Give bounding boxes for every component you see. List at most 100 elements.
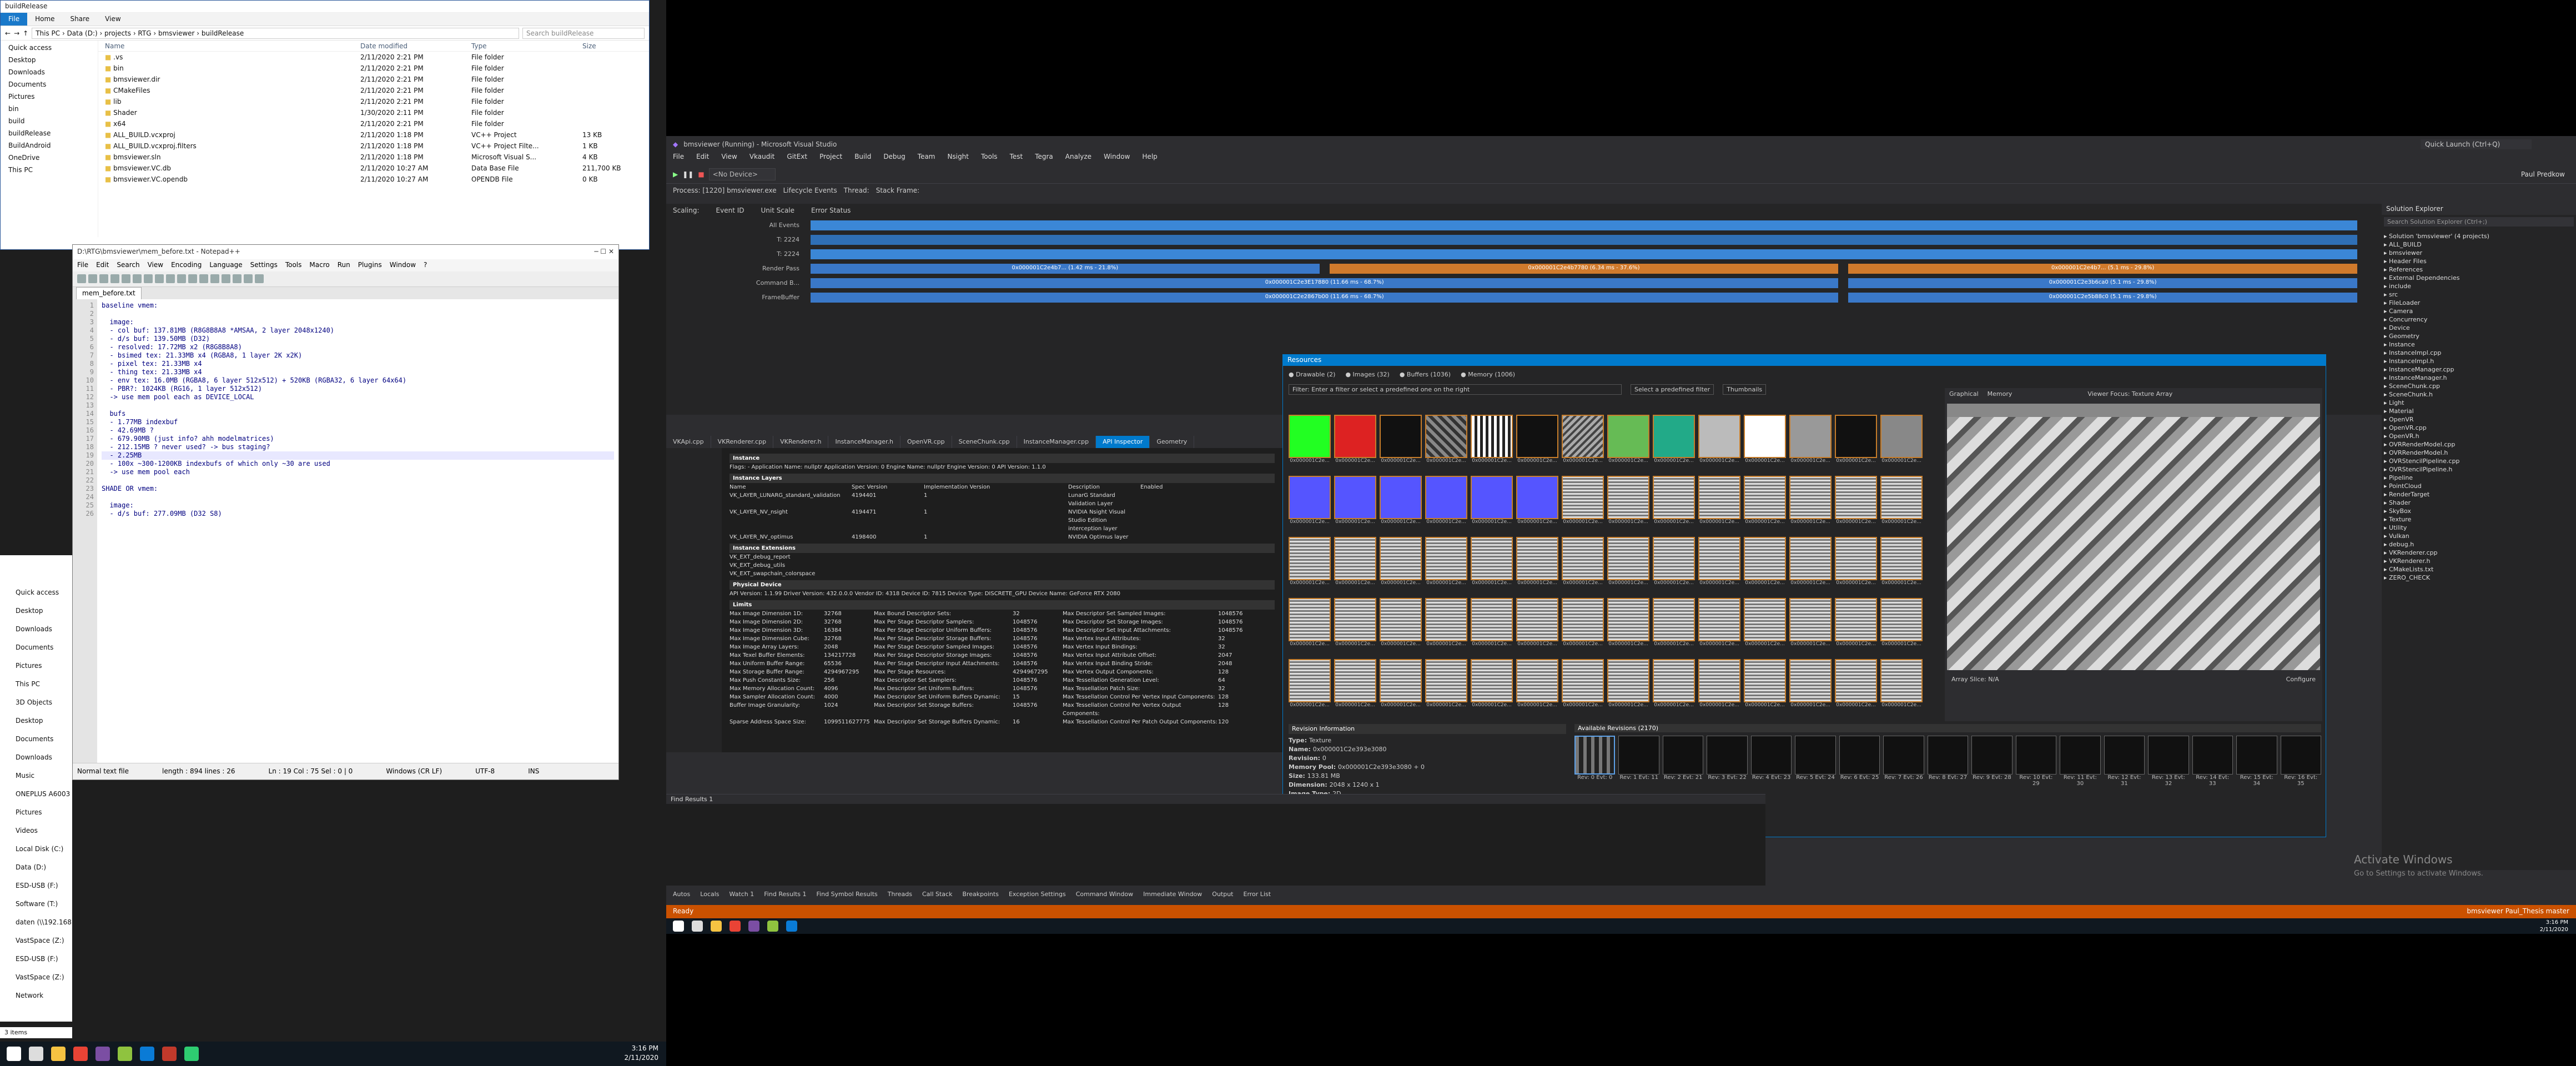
solution-node[interactable]: ▸ OVRStencilPipeline.cpp <box>2384 457 2574 465</box>
resource-thumbnail[interactable]: 0x000001C2e... <box>1289 537 1331 595</box>
file-row[interactable]: ALL_BUILD.vcxproj2/11/2020 1:18 PM VC++ P… <box>98 129 649 140</box>
thread-select[interactable]: Thread: <box>844 187 869 194</box>
resource-thumbnail[interactable]: 0x000001C2e... <box>1380 537 1422 595</box>
nav-item[interactable]: Desktop <box>0 717 72 735</box>
resource-filter-input[interactable]: Filter: Enter a filter or select a prede… <box>1289 384 1622 395</box>
nav-item[interactable]: bin <box>3 105 95 117</box>
menu-item[interactable]: Run <box>338 261 350 270</box>
predefined-filter-select[interactable]: Select a predefined filter <box>1631 384 1714 395</box>
tool-tab[interactable]: Autos <box>673 891 690 898</box>
nav-item[interactable]: daten (\\192.168.10. <box>0 918 72 937</box>
resource-filter-chip[interactable]: ● Buffers (1036) <box>1400 371 1451 378</box>
timeline-event-bar[interactable]: 0x000001C2e3E17880 (11.66 ms - 68.7%) <box>811 278 1839 288</box>
lifecycle-events[interactable]: Lifecycle Events <box>783 187 837 194</box>
timeline-event-bar[interactable]: 0x000001C2e4b7... (1.42 ms - 21.8%) <box>811 264 1320 274</box>
play-icon[interactable]: ▶ <box>673 170 678 178</box>
solution-node[interactable]: ▸ RenderTarget <box>2384 490 2574 499</box>
nav-item[interactable]: Documents <box>3 81 95 93</box>
resource-thumbnail[interactable]: 0x000001C2e... <box>1880 598 1923 656</box>
revision-thumbnail[interactable]: Rev: 4 Evt: 23 <box>1750 736 1792 787</box>
solution-node[interactable]: ▸ Header Files <box>2384 257 2574 265</box>
solution-node[interactable]: ▸ VKRenderer.h <box>2384 557 2574 565</box>
resource-thumbnail[interactable]: 0x000001C2e... <box>1835 659 1877 715</box>
revision-thumbnail[interactable]: Rev: 1 Evt: 11 <box>1618 736 1659 787</box>
solution-node[interactable]: ▸ FileLoader <box>2384 299 2574 307</box>
column-name[interactable]: Name <box>105 42 360 50</box>
resource-thumbnail[interactable]: 0x000001C2e... <box>1880 415 1923 472</box>
resource-thumbnail[interactable]: 0x000001C2e... <box>1562 476 1604 534</box>
nav-item[interactable]: Pictures <box>0 662 72 680</box>
extension-row[interactable]: VK_EXT_debug_report <box>729 553 1275 561</box>
resource-thumbnail[interactable]: 0x000001C2e... <box>1653 659 1695 715</box>
document-tab[interactable]: VKApi.cpp <box>666 436 711 448</box>
solution-node[interactable]: ▸ ALL_BUILD <box>2384 240 2574 249</box>
timeline-event-bar[interactable]: 0x000001C2e3b6ca0 (5.1 ms - 29.8%) <box>1848 278 2357 288</box>
solution-node[interactable]: ▸ bmsviewer <box>2384 249 2574 257</box>
nav-item[interactable]: VastSpace (Z:) <box>0 937 72 955</box>
menu-item[interactable]: ? <box>424 261 427 270</box>
solution-search-input[interactable]: Search Solution Explorer (Ctrl+;) <box>2384 217 2574 227</box>
menu-item[interactable]: Window <box>1104 153 1130 165</box>
redo-icon[interactable] <box>188 274 197 283</box>
document-tab[interactable]: InstanceManager.h <box>828 436 900 448</box>
tool-tab[interactable]: Error List <box>1244 891 1271 898</box>
nav-item[interactable]: Pictures <box>3 93 95 105</box>
nav-item[interactable]: Data (D:) <box>0 863 72 882</box>
nav-item[interactable]: Quick access <box>0 589 72 607</box>
resource-thumbnail[interactable]: 0x000001C2e... <box>1516 476 1558 534</box>
timeline-event-bar[interactable] <box>811 235 2357 245</box>
revision-thumbnail[interactable]: Rev: 16 Evt: 35 <box>2280 736 2321 787</box>
timeline-row-label[interactable]: All Events <box>677 218 799 229</box>
timeline-row-label[interactable]: Render Pass <box>677 262 799 272</box>
resource-thumbnail[interactable]: 0x000001C2e... <box>1698 659 1740 715</box>
replace-icon[interactable] <box>210 274 219 283</box>
menu-item[interactable]: Encoding <box>171 261 202 270</box>
tool-tab[interactable]: Immediate Window <box>1143 891 1202 898</box>
solution-node[interactable]: ▸ OVRRenderModel.cpp <box>2384 440 2574 449</box>
menu-item[interactable]: Analyze <box>1065 153 1091 165</box>
section-layers[interactable]: Instance Layers <box>729 474 1275 483</box>
back-arrow-icon[interactable]: ← <box>5 29 11 37</box>
solution-node[interactable]: ▸ Vulkan <box>2384 532 2574 540</box>
resource-thumbnail[interactable]: 0x000001C2e... <box>1607 476 1649 534</box>
file-row[interactable]: bmsviewer.VC.db2/11/2020 10:27 AM Data Ba… <box>98 163 649 174</box>
nav-item[interactable]: Local Disk (C:) <box>0 845 72 863</box>
resource-thumbnail[interactable]: 0x000001C2e... <box>1380 598 1422 656</box>
document-tab[interactable]: API Inspector <box>1096 436 1150 448</box>
file-row[interactable]: CMakeFiles2/11/2020 2:21 PM File folder <box>98 85 649 96</box>
solution-node[interactable]: ▸ Solution 'bmsviewer' (4 projects) <box>2384 232 2574 240</box>
timeline-event-bar[interactable]: 0x000001C2e2867b00 (11.66 ms - 68.7%) <box>811 293 1839 303</box>
file-row[interactable]: Shader1/30/2020 2:11 PM File folder <box>98 107 649 118</box>
file-row[interactable]: .vs2/11/2020 2:21 PM File folder <box>98 52 649 63</box>
document-tab[interactable]: InstanceManager.cpp <box>1017 436 1096 448</box>
resource-thumbnail[interactable]: 0x000001C2e... <box>1334 537 1376 595</box>
resource-thumbnail[interactable]: 0x000001C2e... <box>1698 598 1740 656</box>
solution-node[interactable]: ▸ OpenVR.h <box>2384 432 2574 440</box>
resource-thumbnail[interactable]: 0x000001C2e... <box>1880 537 1923 595</box>
copy-icon[interactable] <box>155 274 164 283</box>
tab-graphical[interactable]: Graphical <box>1949 390 1979 399</box>
solution-node[interactable]: ▸ src <box>2384 290 2574 299</box>
menu-item[interactable]: Tegra <box>1035 153 1053 165</box>
solution-node[interactable]: ▸ InstanceManager.cpp <box>2384 365 2574 374</box>
menu-item[interactable]: Team <box>918 153 935 165</box>
process-select[interactable]: Process: [1220] bmsviewer.exe <box>673 187 777 194</box>
file-explorer-icon[interactable] <box>51 1047 66 1061</box>
resource-thumbnail[interactable]: 0x000001C2e... <box>1516 659 1558 715</box>
revision-thumbnail[interactable]: Rev: 14 Evt: 33 <box>2192 736 2233 787</box>
menu-item[interactable]: Vkaudit <box>749 153 775 165</box>
resource-thumbnail[interactable]: 0x000001C2e... <box>1425 537 1467 595</box>
save-icon[interactable] <box>99 274 108 283</box>
timeline-header-item[interactable]: Unit Scale <box>761 207 795 215</box>
menu-item[interactable]: Macro <box>309 261 329 270</box>
file-row[interactable]: x642/11/2020 2:21 PM File folder <box>98 118 649 129</box>
timeline-row-label[interactable]: T: 2224 <box>677 247 799 258</box>
ribbon-tab-view[interactable]: View <box>97 13 128 26</box>
tool-tab[interactable]: Watch 1 <box>729 891 754 898</box>
configure-button[interactable]: Configure <box>2286 676 2316 683</box>
menu-item[interactable]: Language <box>209 261 242 270</box>
timeline-row-label[interactable]: Command B... <box>677 276 799 286</box>
solution-node[interactable]: ▸ OpenVR <box>2384 415 2574 424</box>
tool-tab[interactable]: Exception Settings <box>1009 891 1066 898</box>
resource-thumbnail[interactable]: 0x000001C2e... <box>1334 476 1376 534</box>
